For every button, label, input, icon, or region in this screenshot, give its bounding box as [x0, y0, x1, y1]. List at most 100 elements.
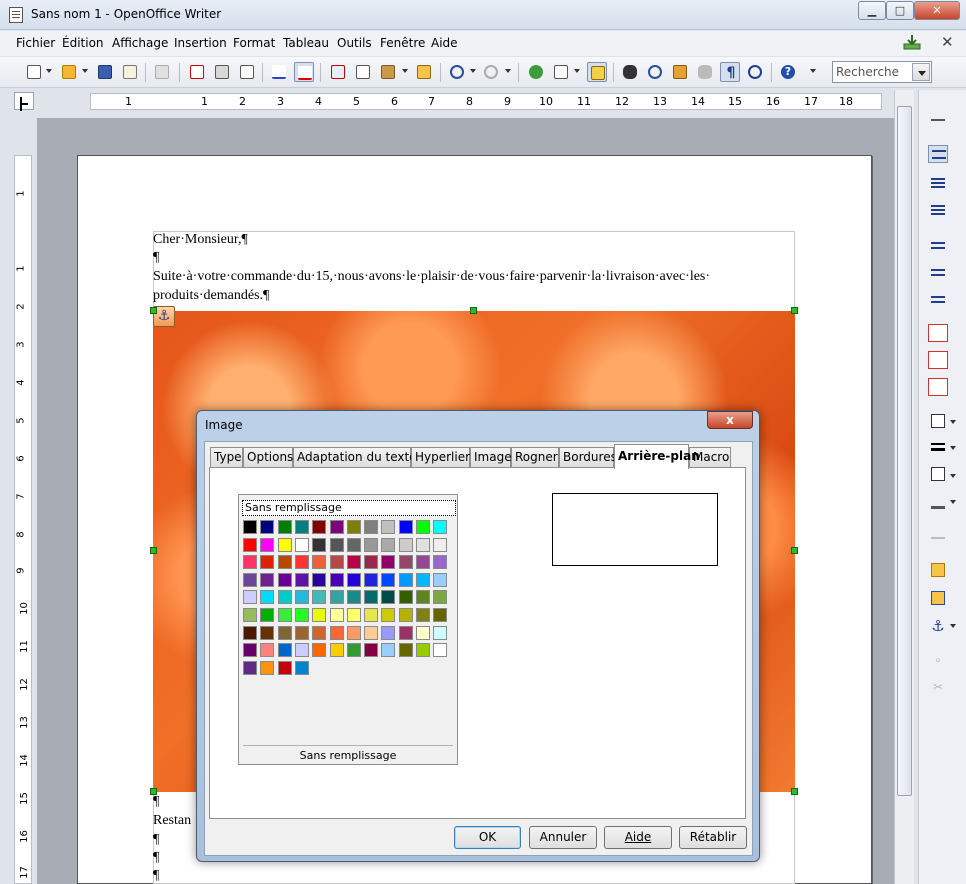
- menu-aide[interactable]: Aide: [431, 36, 458, 50]
- spellcheck-icon[interactable]: [269, 62, 289, 82]
- formatting-marks-icon[interactable]: ¶: [720, 62, 740, 82]
- color-swatch[interactable]: [399, 520, 413, 534]
- color-swatch[interactable]: [295, 661, 309, 675]
- open-folder-icon[interactable]: [59, 62, 79, 82]
- color-swatch[interactable]: [278, 538, 292, 552]
- color-swatch[interactable]: [416, 538, 430, 552]
- color-swatch[interactable]: [347, 538, 361, 552]
- color-swatch[interactable]: [260, 608, 274, 622]
- color-swatch[interactable]: [433, 643, 447, 657]
- color-swatch[interactable]: [330, 573, 344, 587]
- color-swatch[interactable]: [347, 520, 361, 534]
- color-swatch[interactable]: [381, 520, 395, 534]
- color-swatch[interactable]: [433, 590, 447, 604]
- tab-arriere-plan[interactable]: Arrière-plan: [614, 444, 700, 469]
- color-swatch[interactable]: [278, 590, 292, 604]
- cancel-button[interactable]: Annuler: [529, 826, 597, 849]
- color-swatch[interactable]: [433, 573, 447, 587]
- align-center-icon[interactable]: [928, 264, 948, 282]
- dialog-close-button[interactable]: x: [707, 411, 753, 429]
- color-swatch[interactable]: [433, 608, 447, 622]
- menu-outils[interactable]: Outils: [337, 36, 372, 50]
- close-window-button[interactable]: ✕: [914, 1, 960, 20]
- edit-file-icon[interactable]: [152, 62, 172, 82]
- bring-to-front-icon[interactable]: [931, 563, 945, 577]
- color-swatch[interactable]: [364, 520, 378, 534]
- color-swatch[interactable]: [278, 661, 292, 675]
- color-swatch[interactable]: [330, 608, 344, 622]
- color-swatch[interactable]: [399, 538, 413, 552]
- copy-icon[interactable]: [353, 62, 373, 82]
- hyperlink-icon[interactable]: [526, 62, 546, 82]
- color-swatch[interactable]: [243, 520, 257, 534]
- redo-icon[interactable]: [481, 62, 501, 82]
- find-replace-icon[interactable]: [620, 62, 640, 82]
- zoom-icon[interactable]: [745, 62, 765, 82]
- show-draw-functions-icon[interactable]: [587, 62, 607, 82]
- doc-line[interactable]: Restan: [153, 813, 191, 829]
- doc-line[interactable]: ¶: [153, 794, 159, 810]
- color-swatch[interactable]: [295, 520, 309, 534]
- tab-hyperlien[interactable]: Hyperlien: [411, 447, 473, 468]
- color-swatch[interactable]: [399, 555, 413, 569]
- color-swatch[interactable]: [312, 573, 326, 587]
- color-swatch[interactable]: [312, 538, 326, 552]
- color-swatch[interactable]: [243, 573, 257, 587]
- navigator-icon[interactable]: [645, 62, 665, 82]
- cut-icon[interactable]: [328, 62, 348, 82]
- new-document-icon[interactable]: [24, 62, 44, 82]
- doc-line[interactable]: ¶: [153, 250, 159, 266]
- color-swatch[interactable]: [399, 643, 413, 657]
- doc-line[interactable]: ¶: [153, 868, 159, 884]
- color-swatch[interactable]: [312, 608, 326, 622]
- scroll-thumb[interactable]: [897, 106, 912, 796]
- color-swatch[interactable]: [399, 573, 413, 587]
- color-swatch[interactable]: [260, 573, 274, 587]
- tab-options[interactable]: Options: [243, 447, 293, 468]
- color-swatch[interactable]: [312, 520, 326, 534]
- anchor-icon[interactable]: ⚓: [928, 617, 948, 635]
- color-swatch[interactable]: [295, 608, 309, 622]
- resize-handle[interactable]: [791, 788, 798, 795]
- borders-icon[interactable]: [931, 414, 945, 428]
- color-swatch[interactable]: [330, 538, 344, 552]
- wrap-off-icon[interactable]: [928, 145, 948, 163]
- color-swatch[interactable]: [260, 538, 274, 552]
- color-swatch[interactable]: [278, 555, 292, 569]
- color-swatch[interactable]: [347, 643, 361, 657]
- menu-edition[interactable]: Édition: [62, 36, 104, 50]
- tab-stop-selector[interactable]: [14, 92, 34, 110]
- color-swatch[interactable]: [364, 573, 378, 587]
- tab-image[interactable]: Image: [470, 447, 512, 468]
- color-swatch[interactable]: [364, 555, 378, 569]
- align-middle-icon[interactable]: [928, 351, 948, 369]
- color-swatch[interactable]: [416, 520, 430, 534]
- color-swatch[interactable]: [260, 520, 274, 534]
- menu-affichage[interactable]: Affichage: [112, 36, 168, 50]
- color-swatch[interactable]: [330, 626, 344, 640]
- color-swatch[interactable]: [330, 520, 344, 534]
- auto-spellcheck-icon[interactable]: [294, 62, 314, 82]
- page-wrap-icon[interactable]: [928, 174, 948, 192]
- color-swatch[interactable]: [243, 661, 257, 675]
- color-swatch[interactable]: [295, 626, 309, 640]
- color-swatch[interactable]: [416, 573, 430, 587]
- gallery-icon[interactable]: [670, 62, 690, 82]
- minimize-button[interactable]: ▁: [858, 1, 886, 20]
- resize-handle[interactable]: [791, 307, 798, 314]
- color-swatch[interactable]: [278, 643, 292, 657]
- doc-line[interactable]: Cher·Monsieur,¶: [153, 232, 248, 248]
- color-swatch[interactable]: [330, 555, 344, 569]
- color-swatch[interactable]: [416, 555, 430, 569]
- tab-bordures[interactable]: Bordures: [559, 447, 617, 468]
- color-swatch[interactable]: [312, 590, 326, 604]
- color-swatch[interactable]: [278, 573, 292, 587]
- paste-icon[interactable]: [378, 62, 398, 82]
- align-left-icon[interactable]: [928, 237, 948, 255]
- tab-rogner[interactable]: Rogner: [511, 447, 559, 468]
- align-top-icon[interactable]: [928, 324, 948, 342]
- color-swatch[interactable]: [364, 643, 378, 657]
- color-swatch[interactable]: [295, 538, 309, 552]
- ok-button[interactable]: OK: [454, 826, 521, 849]
- border-color-icon[interactable]: [931, 467, 945, 481]
